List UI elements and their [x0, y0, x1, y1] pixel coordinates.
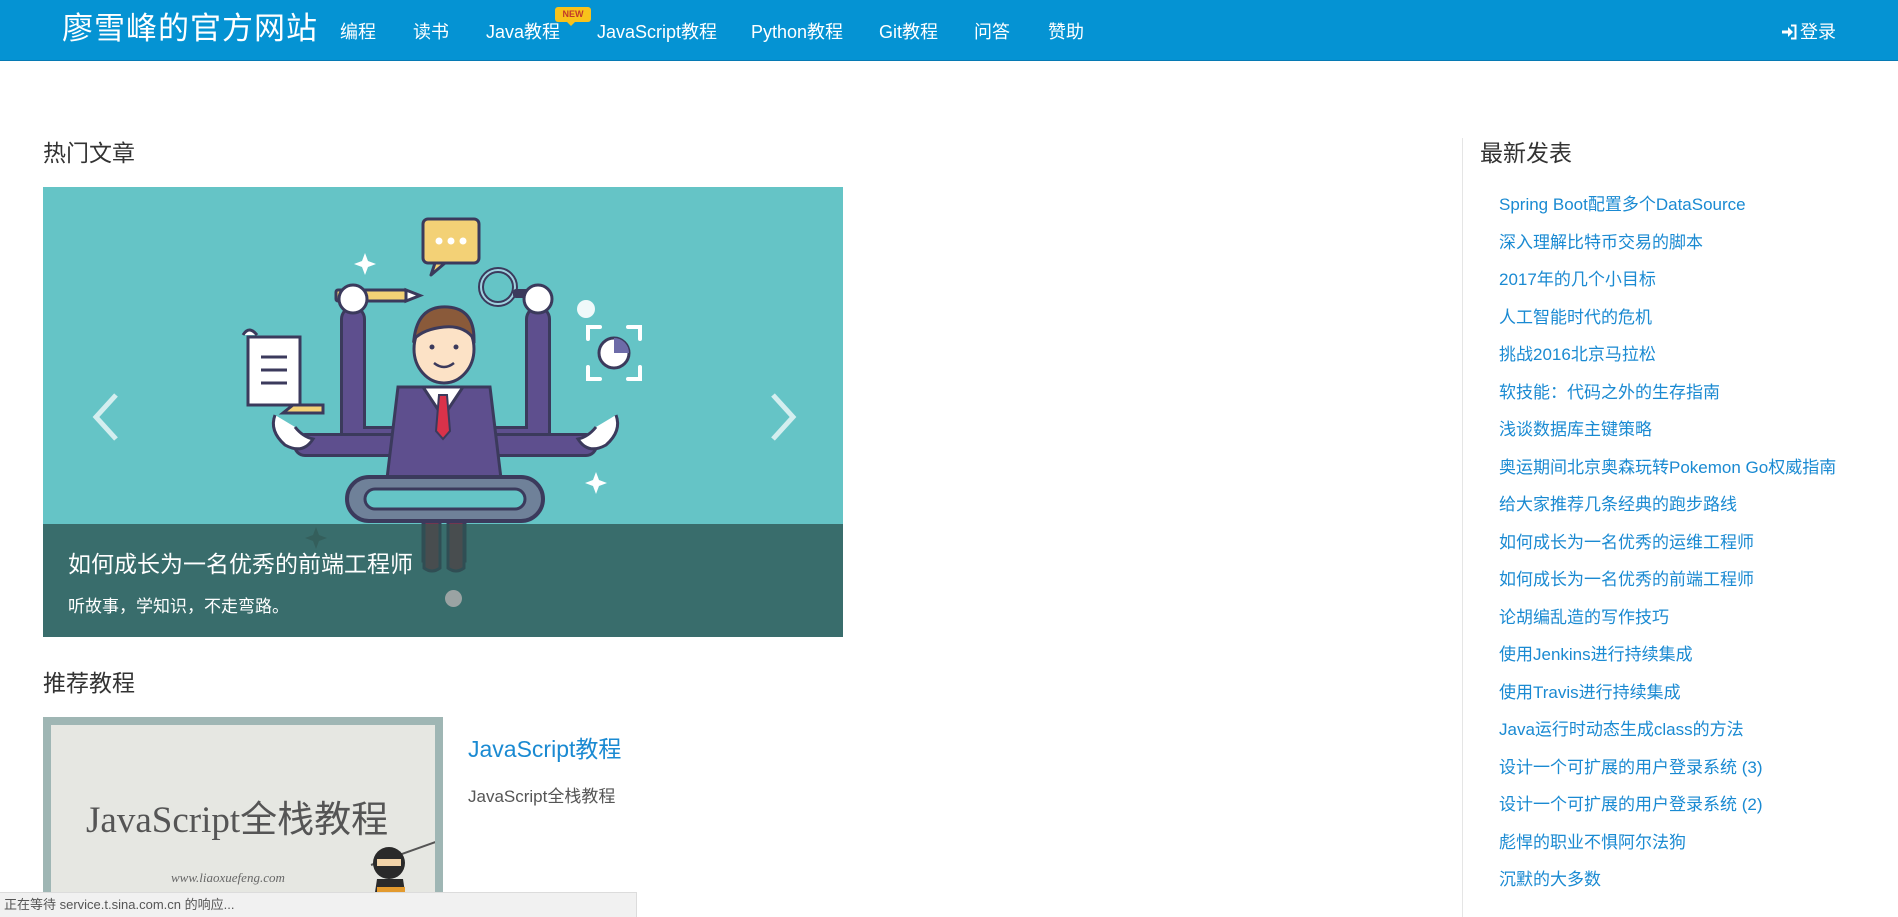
latest-post-link[interactable]: 使用Jenkins进行持续集成 [1499, 642, 1859, 667]
latest-post-link[interactable]: 深入理解比特币交易的脚本 [1499, 230, 1859, 255]
latest-post-link[interactable]: 如何成长为一名优秀的运维工程师 [1499, 530, 1859, 555]
latest-post-link[interactable]: 2017年的几个小目标 [1499, 267, 1859, 292]
nav-item-java-tutorial[interactable]: Java教程 [486, 20, 560, 44]
nav-item-donate[interactable]: 赞助 [1048, 20, 1084, 44]
carousel-caption-overlay [43, 524, 843, 637]
nav-item-python-tutorial[interactable]: Python教程 [751, 20, 843, 44]
slide-subtitle: 听故事，学知识，不走弯路。 [68, 597, 289, 616]
carousel-indicator[interactable] [445, 590, 462, 607]
cover-title: JavaScript全栈教程 [86, 800, 389, 841]
nav-item-git-tutorial[interactable]: Git教程 [879, 20, 938, 44]
nav-item-reading[interactable]: 读书 [413, 20, 449, 44]
sign-in-icon [1781, 22, 1797, 46]
login-button[interactable]: 登录 [1781, 20, 1836, 46]
chevron-left-icon [92, 393, 118, 441]
cover-url: www.liaoxuefeng.com [171, 870, 285, 885]
nav-item-javascript-tutorial[interactable]: JavaScript教程 [597, 20, 717, 44]
chevron-right-icon [771, 393, 797, 441]
browser-status-bar: 正在等待 service.t.sina.com.cn 的响应... [0, 892, 637, 917]
slide-title[interactable]: 如何成长为一名优秀的前端工程师 [68, 549, 413, 579]
latest-post-link[interactable]: 沉默的大多数 [1499, 867, 1859, 892]
latest-post-link[interactable]: 如何成长为一名优秀的前端工程师 [1499, 567, 1859, 592]
tutorial-cover-image[interactable]: JavaScript全栈教程 www.liaoxuefeng.com [43, 717, 443, 917]
latest-post-link[interactable]: Spring Boot配置多个DataSource [1499, 192, 1859, 217]
top-navbar: 廖雪峰的官方网站 编程 读书 Java教程 NEW JavaScript教程 P… [0, 0, 1898, 61]
latest-post-link[interactable]: 设计一个可扩展的用户登录系统 (2) [1499, 792, 1859, 817]
login-label: 登录 [1800, 22, 1836, 42]
carousel-next-button[interactable] [761, 387, 801, 447]
latest-post-link[interactable]: 软技能：代码之外的生存指南 [1499, 380, 1859, 405]
latest-post-link[interactable]: 使用Travis进行持续集成 [1499, 680, 1859, 705]
latest-post-link[interactable]: 论胡编乱造的写作技巧 [1499, 605, 1859, 630]
latest-post-link[interactable]: 奥运期间北京奥森玩转Pokemon Go权威指南 [1499, 455, 1859, 480]
latest-post-link[interactable]: 设计一个可扩展的用户登录系统 (3) [1499, 755, 1859, 780]
latest-post-link[interactable]: 彪悍的职业不惧阿尔法狗 [1499, 830, 1859, 855]
sidebar-divider [1462, 138, 1463, 917]
latest-post-link[interactable]: 浅谈数据库主键策略 [1499, 417, 1859, 442]
latest-post-link[interactable]: 挑战2016北京马拉松 [1499, 342, 1859, 367]
new-badge: NEW [555, 7, 591, 26]
hot-articles-carousel[interactable]: 如何成长为一名优秀的前端工程师 听故事，学知识，不走弯路。 [43, 187, 843, 637]
carousel-prev-button[interactable] [88, 387, 128, 447]
recommended-heading: 推荐教程 [43, 670, 135, 696]
latest-posts-heading: 最新发表 [1480, 140, 1572, 166]
javascript-tutorial-link[interactable]: JavaScript教程 [468, 734, 621, 764]
latest-posts-list: Spring Boot配置多个DataSource 深入理解比特币交易的脚本 2… [1499, 192, 1859, 905]
nav-item-programming[interactable]: 编程 [340, 20, 376, 44]
site-brand[interactable]: 廖雪峰的官方网站 [62, 8, 318, 50]
latest-post-link[interactable]: 人工智能时代的危机 [1499, 305, 1859, 330]
latest-post-link[interactable]: Java运行时动态生成class的方法 [1499, 717, 1859, 742]
javascript-tutorial-desc: JavaScript全栈教程 [468, 787, 616, 806]
nav-item-qa[interactable]: 问答 [974, 20, 1010, 44]
hot-articles-heading: 热门文章 [43, 140, 135, 166]
latest-post-link[interactable]: 给大家推荐几条经典的跑步路线 [1499, 492, 1859, 517]
